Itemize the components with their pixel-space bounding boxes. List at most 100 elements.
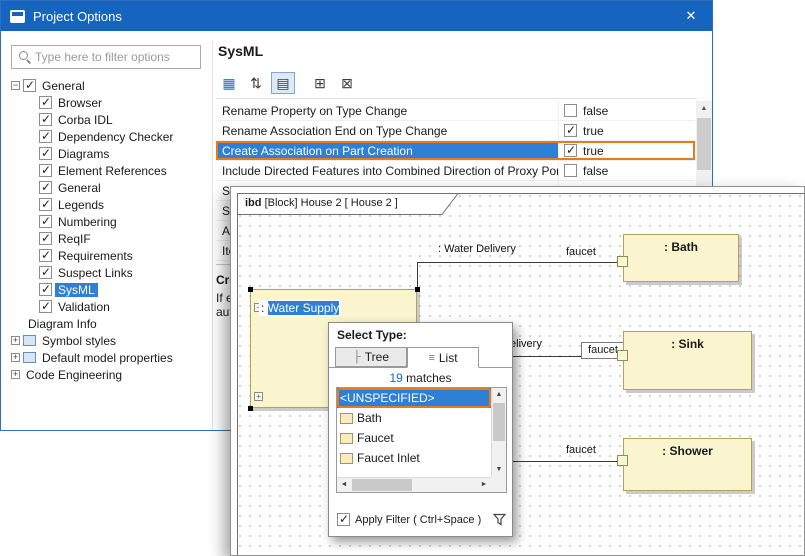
option-row-create-association[interactable]: Create Association on Part Creation true — [216, 141, 695, 161]
part-name-editor[interactable]: : Water Supply — [259, 300, 341, 316]
tree-item-sysml[interactable]: SysML — [9, 281, 209, 298]
tree-item-general-sub[interactable]: General — [9, 179, 209, 196]
structure-expand-icon[interactable]: + — [254, 392, 263, 401]
selection-handle[interactable] — [248, 406, 253, 411]
checkbox[interactable] — [39, 283, 52, 296]
tree-item-label: Legends — [55, 198, 107, 212]
collapse-all-icon[interactable]: ⊠ — [335, 72, 359, 94]
list-item-faucet-inlet[interactable]: Faucet Inlet — [337, 448, 491, 468]
scroll-left-icon[interactable]: ◄ — [337, 478, 351, 492]
connector-water-delivery-top-bend[interactable] — [417, 262, 418, 290]
part-label: : Shower — [662, 444, 713, 458]
scroll-down-icon[interactable]: ▼ — [492, 463, 506, 477]
port-label-faucet-top[interactable]: faucet — [566, 246, 596, 258]
checkbox[interactable] — [39, 181, 52, 194]
list-vertical-scrollbar[interactable]: ▲ ▼ — [491, 388, 506, 477]
tree-item-default-model-properties[interactable]: Default model properties — [9, 349, 209, 366]
filter-input[interactable] — [35, 50, 200, 64]
part-bath[interactable]: : Bath — [623, 234, 739, 282]
apply-filter-checkbox[interactable] — [337, 513, 350, 526]
dialog-title-bar[interactable]: Project Options — [1, 1, 712, 31]
part-sink[interactable]: : Sink — [623, 331, 752, 390]
checkbox[interactable] — [564, 164, 577, 177]
checkbox[interactable] — [39, 130, 52, 143]
scroll-right-icon[interactable]: ► — [477, 478, 491, 492]
close-icon[interactable]: ✕ — [670, 1, 712, 31]
tree-item-element-references[interactable]: Element References — [9, 162, 209, 179]
show-description-icon[interactable]: ▤ — [271, 72, 295, 94]
diagram-header: ibd [Block] House 2 [ House 2 ] — [245, 197, 398, 209]
tab-list[interactable]: ≡ List — [407, 347, 479, 368]
tree-item-legends[interactable]: Legends — [9, 196, 209, 213]
checkbox[interactable] — [39, 164, 52, 177]
port-faucet-bath[interactable] — [617, 256, 628, 267]
expand-icon[interactable] — [11, 370, 20, 379]
tree-item-reqif[interactable]: ReqIF — [9, 230, 209, 247]
expand-icon[interactable] — [11, 353, 20, 362]
checkbox[interactable] — [39, 266, 52, 279]
port-label-faucet-bottom[interactable]: faucet — [566, 444, 596, 456]
checkbox[interactable] — [39, 249, 52, 262]
checkbox[interactable] — [39, 96, 52, 109]
list-item-label: Faucet — [357, 431, 394, 445]
port-faucet-shower[interactable] — [617, 455, 628, 466]
expand-all-icon[interactable]: ⊞ — [308, 72, 332, 94]
scrollbar-thumb[interactable] — [697, 118, 711, 170]
selection-handle[interactable] — [415, 287, 420, 292]
tree-item-dependency-checker[interactable]: Dependency Checker — [9, 128, 209, 145]
option-value: false — [583, 164, 608, 178]
tree-item-general[interactable]: General — [9, 77, 209, 94]
dialog-title: Project Options — [33, 9, 122, 24]
tree-item-symbol-styles[interactable]: Symbol styles — [9, 332, 209, 349]
part-label: : Bath — [664, 240, 698, 254]
tree-item-validation[interactable]: Validation — [9, 298, 209, 315]
tree-item-label: Browser — [55, 96, 105, 110]
sort-alphabetically-icon[interactable]: ⇅ — [244, 72, 268, 94]
option-row-rename-property[interactable]: Rename Property on Type Change false — [216, 101, 695, 121]
checkbox[interactable] — [564, 124, 577, 137]
list-item-faucet[interactable]: Faucet — [337, 428, 491, 448]
collapse-icon[interactable] — [11, 81, 20, 90]
tree-item-browser[interactable]: Browser — [9, 94, 209, 111]
tree-item-label: General — [39, 79, 88, 93]
connector-water-delivery-top[interactable] — [417, 262, 619, 263]
connector-label-water-delivery-top[interactable]: : Water Delivery — [438, 243, 516, 255]
list-item-unspecified[interactable]: <UNSPECIFIED> — [337, 388, 491, 408]
apply-filter-label: Apply Filter ( Ctrl+Space ) — [355, 514, 481, 526]
port-faucet-sink[interactable] — [617, 350, 628, 361]
checkbox[interactable] — [23, 79, 36, 92]
tree-item-numbering[interactable]: Numbering — [9, 213, 209, 230]
tree-item-corba-idl[interactable]: Corba IDL — [9, 111, 209, 128]
part-shower[interactable]: : Shower — [623, 438, 752, 491]
symbol-styles-icon — [23, 335, 36, 346]
checkbox[interactable] — [39, 198, 52, 211]
expand-icon[interactable] — [11, 336, 20, 345]
tree-item-suspect-links[interactable]: Suspect Links — [9, 264, 209, 281]
tree-item-code-engineering[interactable]: Code Engineering — [9, 366, 209, 383]
checkbox[interactable] — [39, 113, 52, 126]
selection-handle[interactable] — [248, 287, 253, 292]
list-item-bath[interactable]: Bath — [337, 408, 491, 428]
tree-item-requirements[interactable]: Requirements — [9, 247, 209, 264]
list-horizontal-scrollbar[interactable]: ◄ ► — [337, 477, 491, 492]
checkbox[interactable] — [39, 232, 52, 245]
part-name-selected-text[interactable]: Water Supply — [268, 301, 340, 315]
checkbox[interactable] — [564, 104, 577, 117]
filter-funnel-icon[interactable] — [493, 513, 506, 529]
option-row-rename-association-end[interactable]: Rename Association End on Type Change tr… — [216, 121, 695, 141]
tree-item-diagrams[interactable]: Diagrams — [9, 145, 209, 162]
checkbox[interactable] — [39, 215, 52, 228]
tab-tree[interactable]: ├ Tree — [335, 347, 407, 367]
tree-view-icon: ├ — [353, 351, 361, 363]
scrollbar-thumb[interactable] — [352, 479, 412, 491]
scroll-up-icon[interactable]: ▲ — [696, 101, 712, 117]
tree-item-diagram-info[interactable]: Diagram Info — [9, 315, 209, 332]
checkbox[interactable] — [39, 147, 52, 160]
option-row-include-directed-features[interactable]: Include Directed Features into Combined … — [216, 161, 695, 181]
categorized-view-icon[interactable]: ▦ — [217, 72, 241, 94]
scrollbar-thumb[interactable] — [493, 403, 505, 441]
checkbox[interactable] — [39, 300, 52, 313]
diagram-canvas[interactable]: ibd [Block] House 2 [ House 2 ] : Water … — [231, 187, 804, 555]
checkbox[interactable] — [564, 144, 577, 157]
scroll-up-icon[interactable]: ▲ — [492, 388, 506, 402]
